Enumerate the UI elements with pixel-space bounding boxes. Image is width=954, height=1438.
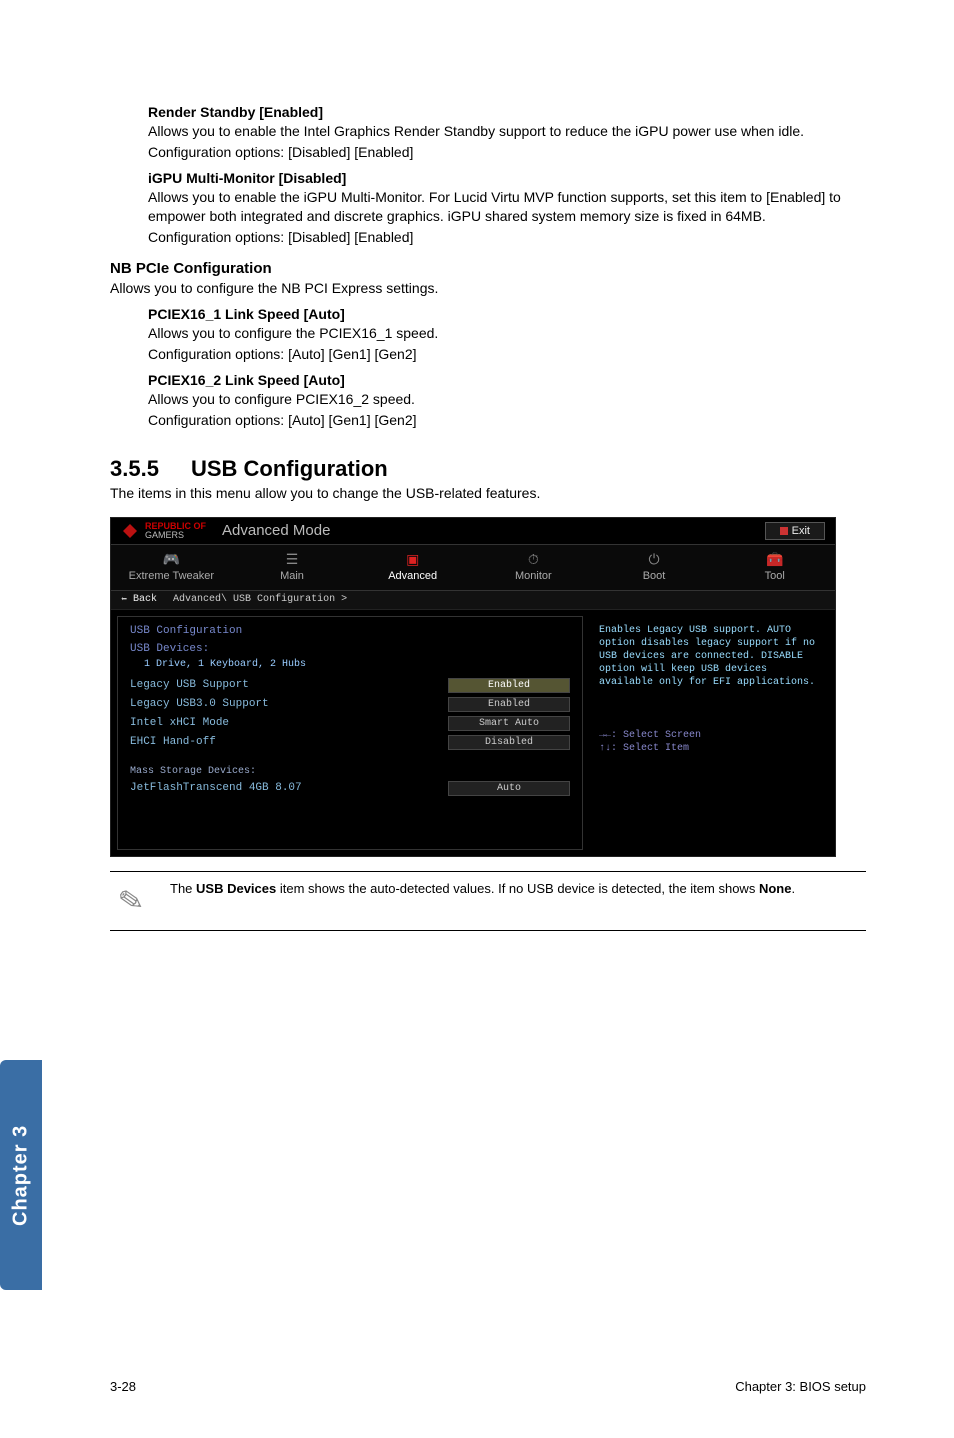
nav-hint-screen: →←: Select Screen xyxy=(599,729,819,742)
mass-storage-heading: Mass Storage Devices: xyxy=(130,766,570,777)
tab-extreme-tweaker[interactable]: 🎮 Extreme Tweaker xyxy=(111,545,232,590)
gauge-icon: ⏱ xyxy=(473,551,594,568)
usb-config-heading: USB Configuration xyxy=(130,625,570,637)
tab-main[interactable]: ☰ Main xyxy=(232,545,353,590)
row-value: Smart Auto xyxy=(448,716,570,731)
list-icon: ☰ xyxy=(232,551,353,568)
tab-tool[interactable]: 🧰 Tool xyxy=(714,545,835,590)
render-standby-desc: Allows you to enable the Intel Graphics … xyxy=(148,122,866,141)
note-text: The USB Devices item shows the auto-dete… xyxy=(170,880,866,898)
row-legacy-usb30[interactable]: Legacy USB3.0 Support Enabled xyxy=(130,697,570,712)
render-standby-config: Configuration options: [Disabled] [Enabl… xyxy=(148,143,866,162)
igpu-mm-heading: iGPU Multi-Monitor [Disabled] xyxy=(148,170,866,186)
row-value: Enabled xyxy=(448,678,570,693)
bios-brand: REPUBLIC OF GAMERS Advanced Mode xyxy=(121,522,330,540)
tab-label: Main xyxy=(280,570,304,582)
section-title: USB Configuration xyxy=(191,456,388,482)
exit-icon xyxy=(780,527,788,535)
row-label: EHCI Hand-off xyxy=(130,736,448,748)
pciex16-1-heading: PCIEX16_1 Link Speed [Auto] xyxy=(148,306,866,322)
exit-label: Exit xyxy=(792,525,810,537)
tab-label: Advanced xyxy=(388,570,437,582)
pencil-icon: ✎ xyxy=(107,876,156,925)
section-number: 3.5.5 xyxy=(110,456,159,482)
brand-line2: GAMERS xyxy=(145,531,206,540)
row-legacy-usb[interactable]: Legacy USB Support Enabled xyxy=(130,678,570,693)
chip-icon: ▣ xyxy=(352,551,473,568)
note-box: ✎ The USB Devices item shows the auto-de… xyxy=(110,871,866,931)
breadcrumb: Advanced\ USB Configuration > xyxy=(173,594,347,605)
igpu-mm-desc: Allows you to enable the iGPU Multi-Moni… xyxy=(148,188,866,226)
row-storage-item[interactable]: JetFlashTranscend 4GB 8.07 Auto xyxy=(130,781,570,796)
row-label: JetFlashTranscend 4GB 8.07 xyxy=(130,782,448,794)
rog-logo-icon xyxy=(121,522,139,540)
back-label[interactable]: Back xyxy=(133,594,157,605)
usb-devices-heading: USB Devices: xyxy=(130,643,570,655)
tab-label: Monitor xyxy=(515,570,552,582)
row-label: Legacy USB Support xyxy=(130,679,448,691)
row-xhci[interactable]: Intel xHCI Mode Smart Auto xyxy=(130,716,570,731)
tab-monitor[interactable]: ⏱ Monitor xyxy=(473,545,594,590)
chapter-tab: Chapter 3 xyxy=(0,1060,42,1290)
pciex16-2-heading: PCIEX16_2 Link Speed [Auto] xyxy=(148,372,866,388)
joystick-icon: 🎮 xyxy=(111,551,232,568)
nav-hint-item: ↑↓: Select Item xyxy=(599,742,819,755)
power-icon: ⏻ xyxy=(594,551,715,568)
toolbox-icon: 🧰 xyxy=(714,551,835,568)
igpu-mm-config: Configuration options: [Disabled] [Enabl… xyxy=(148,228,866,247)
row-value: Auto xyxy=(448,781,570,796)
pciex16-1-config: Configuration options: [Auto] [Gen1] [Ge… xyxy=(148,345,866,364)
row-ehci[interactable]: EHCI Hand-off Disabled xyxy=(130,735,570,750)
row-value: Disabled xyxy=(448,735,570,750)
render-standby-heading: Render Standby [Enabled] xyxy=(148,104,866,120)
help-text: Enables Legacy USB support. AUTO option … xyxy=(599,624,819,689)
tab-label: Boot xyxy=(643,570,666,582)
pciex16-2-desc: Allows you to configure PCIEX16_2 speed. xyxy=(148,390,866,409)
nb-pcie-heading: NB PCIe Configuration xyxy=(110,260,866,277)
usb-devices-list: 1 Drive, 1 Keyboard, 2 Hubs xyxy=(130,659,570,670)
section-desc: The items in this menu allow you to chan… xyxy=(110,484,866,503)
pciex16-1-desc: Allows you to configure the PCIEX16_1 sp… xyxy=(148,324,866,343)
tab-label: Tool xyxy=(765,570,785,582)
bios-screenshot: REPUBLIC OF GAMERS Advanced Mode Exit 🎮 E… xyxy=(110,517,836,857)
nb-pcie-desc: Allows you to configure the NB PCI Expre… xyxy=(110,279,866,298)
row-value: Enabled xyxy=(448,697,570,712)
tab-boot[interactable]: ⏻ Boot xyxy=(594,545,715,590)
row-label: Legacy USB3.0 Support xyxy=(130,698,448,710)
advanced-mode-label: Advanced Mode xyxy=(222,522,330,539)
exit-button[interactable]: Exit xyxy=(765,522,825,540)
pciex16-2-config: Configuration options: [Auto] [Gen1] [Ge… xyxy=(148,411,866,430)
tab-advanced[interactable]: ▣ Advanced xyxy=(352,545,473,590)
back-arrow-icon[interactable]: ⬅ xyxy=(121,594,127,606)
footer-chapter: Chapter 3: BIOS setup xyxy=(735,1379,866,1394)
tab-label: Extreme Tweaker xyxy=(129,570,214,582)
row-label: Intel xHCI Mode xyxy=(130,717,448,729)
page-number: 3-28 xyxy=(110,1379,136,1394)
